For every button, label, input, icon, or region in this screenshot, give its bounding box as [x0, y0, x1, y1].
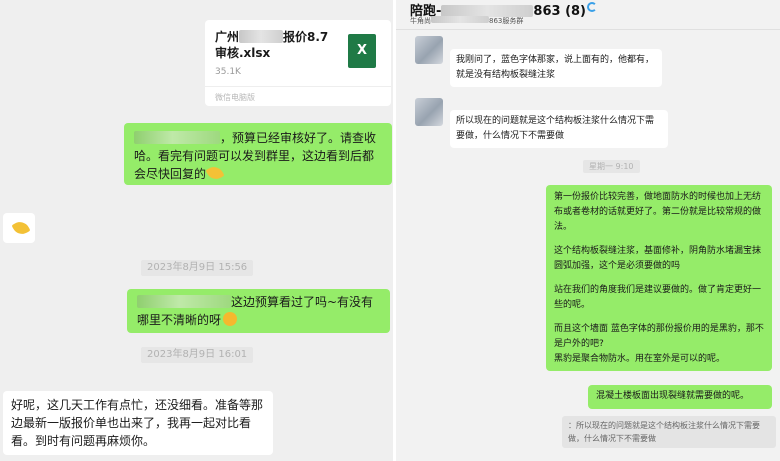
file-size: 35.1K — [215, 67, 241, 77]
message-paragraph: 第一份报价比较完善，做地面防水的时候也加上无纺布或者卷材的话就更好了。第二份就是… — [554, 192, 762, 232]
banana-emoji-icon — [11, 218, 31, 238]
message-paragraph: 这个结构板裂缝注浆，基面修补，阴角防水堵漏宝抹圆弧加强，这个是必须要做的吗 — [554, 246, 762, 271]
loading-icon — [587, 2, 597, 12]
timestamp: 2023年8月9日 16:01 — [141, 347, 254, 363]
chat-bubble-received[interactable]: 好呢，这几天工作有点忙，还没细看。准备等那边最新一版报价单也出来了，我再一起对比… — [3, 391, 273, 455]
chat-bubble-received[interactable]: 我刚问了，蓝色字体那家，说上面有的，他都有，就是没有结构板裂缝注浆 — [450, 49, 662, 87]
chat-bubble-sent[interactable]: 混凝土楼板面出现裂缝就需要做的呢。 — [588, 385, 772, 409]
file-message-card[interactable]: 广州 报价8.7审核.xlsx X 35.1K 微信电脑版 — [205, 20, 391, 106]
message-paragraph: 站在我们的角度我们是建议要做的。做了肯定更好一些的呢。 — [554, 285, 762, 310]
redacted-text — [431, 16, 489, 23]
chat-bubble-sent[interactable]: 这边预算看过了吗~有没有哪里不清晰的呀 — [127, 289, 390, 333]
message-text: 混凝土楼板面出现裂缝就需要做的呢。 — [596, 391, 750, 401]
chat-bubble-received[interactable] — [3, 213, 35, 243]
redacted-text — [137, 295, 231, 308]
chat-header: 陪跑- 863 (8) 牛角尚 863服务群 — [396, 0, 780, 30]
message-paragraph: 黑豹是聚合物防水。用在室外是可以的呢。 — [554, 354, 726, 364]
chat-bubble-sent[interactable]: ，预算已经审核好了。请查收哈。看完有问题可以发到群里，这边看到后都会尽快回复的 — [124, 123, 392, 185]
avatar[interactable] — [415, 36, 443, 64]
chat-subtitle: 牛角尚 863服务群 — [410, 16, 524, 25]
file-source: 微信电脑版 — [205, 86, 391, 106]
message-text: 所以现在的问题就是这个结构板注浆什么情况下需要做，什么情况下不需要做 — [456, 116, 655, 141]
banana-emoji-icon — [205, 163, 225, 183]
message-paragraph: 而且这个墙面 蓝色字体的那份报价用的是黑豹，那不是户外的吧? — [554, 324, 764, 349]
smile-emoji-icon — [223, 312, 238, 326]
redacted-text — [239, 30, 284, 43]
avatar[interactable] — [415, 98, 443, 126]
timestamp: 2023年8月9日 15:56 — [141, 260, 254, 276]
message-text: 我刚问了，蓝色字体那家，说上面有的，他都有，就是没有结构板裂缝注浆 — [456, 55, 655, 80]
timestamp: 星期一 9:10 — [583, 160, 640, 173]
message-text: 好呢，这几天工作有点忙，还没细看。准备等那边最新一版报价单也出来了，我再一起对比… — [11, 398, 264, 448]
quoted-message[interactable]: ：所以现在的问题就是这个结构板注浆什么情况下需要做，什么情况下不需要做 — [562, 416, 776, 448]
left-chat-panel: 广州 报价8.7审核.xlsx X 35.1K 微信电脑版 ，预算已经审核好了。请… — [0, 0, 393, 461]
redacted-text — [134, 131, 220, 144]
chat-bubble-sent[interactable]: 第一份报价比较完善，做地面防水的时候也加上无纺布或者卷材的话就更好了。第二份就是… — [546, 185, 772, 371]
chat-bubble-received[interactable]: 所以现在的问题就是这个结构板注浆什么情况下需要做，什么情况下不需要做 — [450, 110, 668, 148]
right-chat-panel: 陪跑- 863 (8) 牛角尚 863服务群 我刚问了，蓝色字体那家，说上面有的，他… — [396, 0, 780, 461]
file-name: 广州 报价8.7审核.xlsx — [215, 30, 329, 60]
excel-icon: X — [348, 34, 376, 68]
